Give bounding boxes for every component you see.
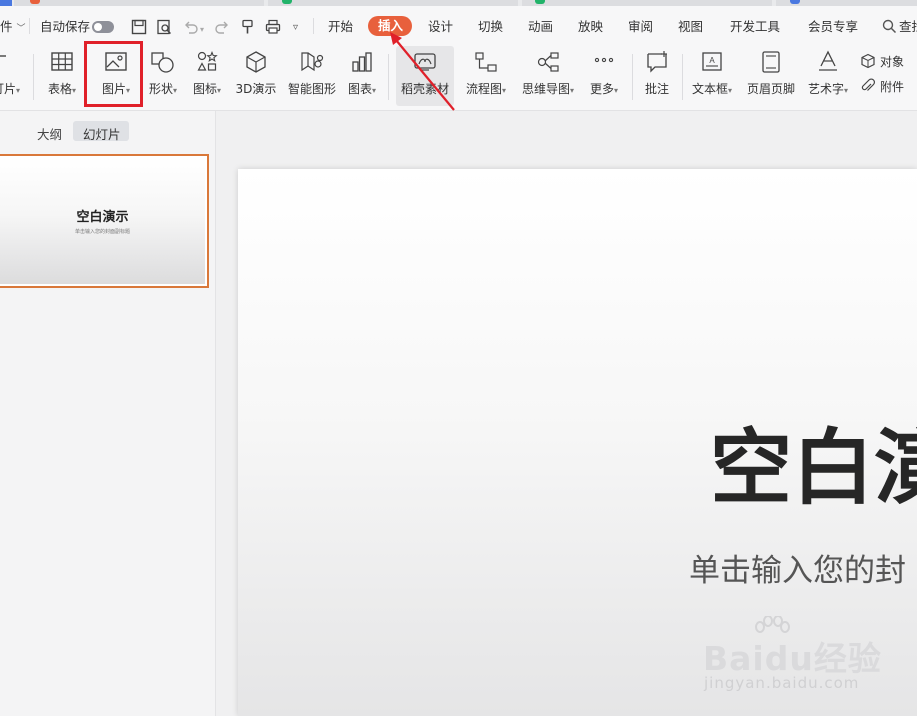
file-menu[interactable]: 件 ﹀ [0,20,26,36]
watermark-url: jingyan.baidu.com [704,674,860,692]
wordart-button[interactable]: 艺术字▾ [804,46,852,106]
smartart-button[interactable]: 智能图形 [284,46,340,106]
header-footer-label: 页眉页脚 [746,82,795,96]
tab-slides[interactable]: 幻灯片 [73,121,129,142]
mindmap-button[interactable]: 思维导图▾ [518,46,578,106]
tab-outline[interactable]: 大纲 [37,124,62,143]
header-footer-button[interactable]: 页眉页脚 [744,46,798,106]
shape-label: 形状 [148,82,173,96]
more-label: 更多 [589,82,614,96]
chart-label: 图表 [347,82,372,96]
tab-home[interactable]: 开始 [328,20,353,34]
flowchart-icon [475,52,497,72]
3d-model-button[interactable]: 3D演示 [232,46,280,106]
tab-member[interactable]: 会员专享 [808,20,858,34]
tab-favicon [282,0,292,4]
tab-slideshow[interactable]: 放映 [578,20,603,34]
picture-highlight-box [84,41,143,107]
slide-subtitle[interactable]: 单击输入您的封 [689,553,906,589]
header-footer-icon [762,51,780,73]
tab-animations[interactable]: 动画 [528,20,553,34]
autosave-label: 自动保存 [40,19,91,34]
textbox-label: 文本框 [691,82,728,96]
search-label[interactable]: 查找 [899,20,917,34]
redo-icon[interactable] [213,18,231,36]
flowchart-label: 流程图 [465,82,502,96]
table-icon [51,52,73,71]
divider [29,18,30,34]
object-label: 对象 [880,55,905,69]
icons-gallery-icon [197,51,218,71]
wordart-label: 艺术字 [807,82,844,96]
print-preview-icon[interactable] [155,18,173,36]
object-icon [861,53,875,69]
comment-label: 批注 [644,82,669,96]
thumbnail-subtitle: 单击输入您的封面副标题 [74,229,130,235]
new-slide-icon [0,55,6,57]
search-icon[interactable] [882,19,897,34]
comment-icon [647,51,667,73]
tab-slides-label: 幻灯片 [83,127,121,142]
new-slide-button[interactable]: 灯片▾ [0,46,26,106]
watermark: Baidu经验 jingyan.baidu.com [700,616,890,694]
autosave-toggle[interactable] [92,21,114,33]
comment-button[interactable]: 批注 [638,46,676,106]
thumbnail-title: 空白演示 [76,210,129,225]
shape-icon [151,52,174,73]
divider [682,54,683,100]
toggle-knob [94,23,102,31]
3d-model-label: 3D演示 [235,82,277,96]
tab-view[interactable]: 视图 [678,20,703,34]
textbox-button[interactable]: A 文本框▾ [686,46,738,106]
flowchart-button[interactable]: 流程图▾ [460,46,512,106]
icon-button[interactable]: 图标▾ [187,46,227,106]
more-icon [594,57,614,63]
format-painter-icon[interactable] [239,18,257,36]
wordart-icon [819,50,837,71]
table-label: 表格 [47,82,72,96]
undo-icon[interactable] [182,18,200,36]
divider [33,54,34,100]
tab-favicon [535,0,545,4]
table-button[interactable]: 表格▾ [40,46,84,106]
chart-icon [352,52,372,72]
tab-developer[interactable]: 开发工具 [730,20,780,34]
icon-label: 图标 [192,82,217,96]
tab-favicon [790,0,800,4]
divider [313,18,314,34]
paperclip-icon [861,78,876,91]
chart-button[interactable]: 图表▾ [343,46,381,106]
thumbnail-canvas: 空白演示 单击输入您的封面副标题 [0,158,205,284]
attachment-label: 附件 [880,80,905,94]
textbox-icon: A [702,52,722,71]
tab-transitions[interactable]: 切换 [478,20,503,34]
undo-dropdown-icon[interactable]: ▾ [200,23,204,37]
attachment-button[interactable]: 附件 [860,77,917,95]
slide-thumbnail[interactable]: 空白演示 单击输入您的封面副标题 [0,154,209,288]
new-slide-label: 灯片 [0,82,17,96]
save-icon[interactable] [130,18,148,36]
print-icon[interactable] [264,18,282,36]
cube-icon [246,51,266,73]
object-button[interactable]: 对象 [860,52,917,70]
svg-text:A: A [709,56,715,65]
mindmap-label: 思维导图 [521,82,570,96]
tab-favicon [30,0,40,4]
mindmap-icon [537,52,559,72]
slides-panel: 大纲 幻灯片 空白演示 单击输入您的封面副标题 [0,111,216,716]
tab-review[interactable]: 审阅 [628,20,653,34]
smartart-icon [301,52,324,72]
annotation-arrow [390,32,455,111]
slide-title[interactable]: 空白演 [710,424,917,514]
shape-button[interactable]: 形状▾ [143,46,183,106]
customize-quick-access-icon[interactable]: ▿ [293,21,298,35]
more-button[interactable]: 更多▾ [584,46,624,106]
smartart-label: 智能图形 [287,82,336,96]
watermark-brand: Baidu经验 [703,639,882,678]
divider [632,54,633,100]
